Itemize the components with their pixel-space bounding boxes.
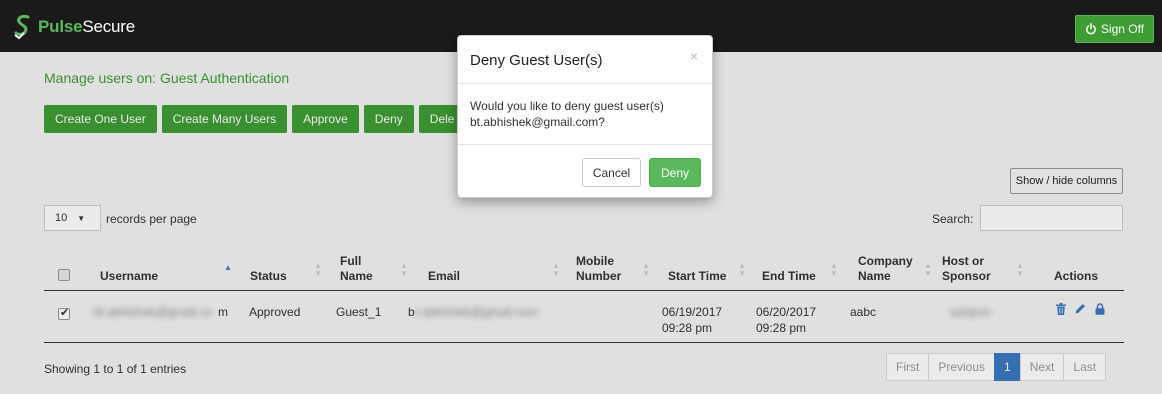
column-header-mobile-number[interactable]: Mobile Number [576, 242, 626, 291]
dialog-message-line2: bt.abhishek@gmail.com? [470, 115, 605, 129]
column-header-start-time[interactable]: Start Time [668, 242, 726, 291]
email-cell-prefix: b [408, 305, 415, 319]
pagination-previous[interactable]: Previous [928, 353, 996, 381]
pagination-last[interactable]: Last [1063, 353, 1107, 381]
approve-button[interactable]: Approve [292, 105, 359, 133]
page-title: Manage users on: Guest Authentication [44, 70, 290, 86]
column-header-actions: Actions [1054, 269, 1099, 283]
pulse-s-logo-icon [14, 15, 30, 40]
pagination-first[interactable]: First [886, 353, 930, 381]
sort-icon: ▲ ▼ [1016, 261, 1024, 278]
select-all-checkbox[interactable] [58, 269, 70, 281]
start-time-cell: 06/19/2017 09:28 pm [662, 305, 723, 335]
brand-strong: Pulse [38, 17, 83, 36]
cancel-button[interactable]: Cancel [582, 158, 641, 187]
dialog-title: Deny Guest User(s) [470, 52, 603, 69]
sort-icon: ▲ ▼ [314, 261, 322, 278]
pencil-icon[interactable] [1075, 303, 1086, 314]
show-hide-columns-button[interactable]: Show / hide columns [1010, 168, 1123, 194]
search-label: Search: [932, 212, 974, 226]
records-per-page-select[interactable]: 10 ▼ [44, 205, 101, 231]
search-input[interactable] [980, 205, 1123, 231]
row-actions [1056, 303, 1105, 315]
company-name-cell: aabc [850, 305, 877, 319]
column-header-host-or-sponsor[interactable]: Host or Sponsor [942, 242, 1012, 291]
records-per-page-label: records per page [106, 212, 197, 226]
deny-button[interactable]: Deny [363, 105, 414, 133]
brand-name: PulseSecure [38, 17, 135, 37]
trash-icon[interactable] [1056, 303, 1066, 315]
column-header-company-name[interactable]: Company Name [858, 242, 918, 291]
pagination-current-page[interactable]: 1 [994, 353, 1021, 381]
sort-icon: ▲ ▼ [400, 261, 408, 278]
brand-rest: Secure [82, 17, 136, 36]
column-header-email[interactable]: Email [428, 242, 460, 291]
create-many-users-button[interactable]: Create Many Users [161, 105, 288, 133]
pagination: First Previous 1 Next Last [886, 353, 1107, 381]
host-sponsor-cell-redacted: sanjeev [950, 305, 992, 319]
action-toolbar: Create One User Create Many Users Approv… [44, 105, 466, 133]
page-length-value: 10 [55, 212, 68, 224]
dialog-divider [458, 144, 712, 145]
sort-icon: ▲ ▼ [552, 261, 560, 278]
sort-icon: ▲ ▼ [642, 261, 650, 278]
table-row[interactable]: bt.abhishek@gmail.co m Approved Guest_1 … [44, 291, 1124, 343]
dialog-message: Would you like to deny guest user(s) bt.… [470, 98, 664, 130]
column-header-end-time[interactable]: End Time [762, 242, 816, 291]
create-one-user-button[interactable]: Create One User [44, 105, 157, 133]
sort-icon: ▲ ▼ [924, 261, 932, 278]
username-cell-suffix: m [218, 305, 228, 319]
full-name-cell: Guest_1 [336, 305, 382, 319]
column-header-status[interactable]: Status [250, 242, 287, 291]
status-cell: Approved [249, 305, 301, 319]
row-checkbox[interactable] [58, 306, 70, 320]
table-info: Showing 1 to 1 of 1 entries [44, 362, 187, 376]
dialog-divider [458, 83, 712, 84]
deny-guest-users-dialog: Deny Guest User(s) × Would you like to d… [457, 35, 713, 198]
dialog-message-line1: Would you like to deny guest user(s) [470, 99, 664, 113]
column-header-username[interactable]: Username [100, 242, 158, 291]
confirm-deny-button[interactable]: Deny [649, 158, 701, 187]
sort-icon: ▲ ▼ [738, 261, 746, 278]
sort-icon: ▲ ▼ [830, 261, 838, 278]
power-icon [1086, 23, 1096, 35]
pagination-next[interactable]: Next [1019, 353, 1065, 381]
lock-icon[interactable] [1095, 303, 1105, 315]
close-icon[interactable]: × [690, 48, 698, 64]
end-time-cell: 06/20/2017 09:28 pm [756, 305, 817, 335]
table-header: Username ▲ Status ▲ ▼ Full Name ▲ ▼ Email … [44, 242, 1124, 291]
pulse-secure-logo[interactable]: PulseSecure [12, 14, 135, 40]
sort-asc-icon: ▲ [224, 263, 232, 272]
email-cell-redacted: t.abhishek@gmail.com [416, 305, 538, 319]
chevron-down-icon: ▼ [77, 213, 86, 223]
sign-off-label: Sign Off [1100, 22, 1145, 36]
column-header-full-name[interactable]: Full Name [340, 242, 380, 291]
username-cell-redacted: bt.abhishek@gmail.co [94, 305, 213, 319]
sign-off-button[interactable]: Sign Off [1075, 15, 1154, 43]
